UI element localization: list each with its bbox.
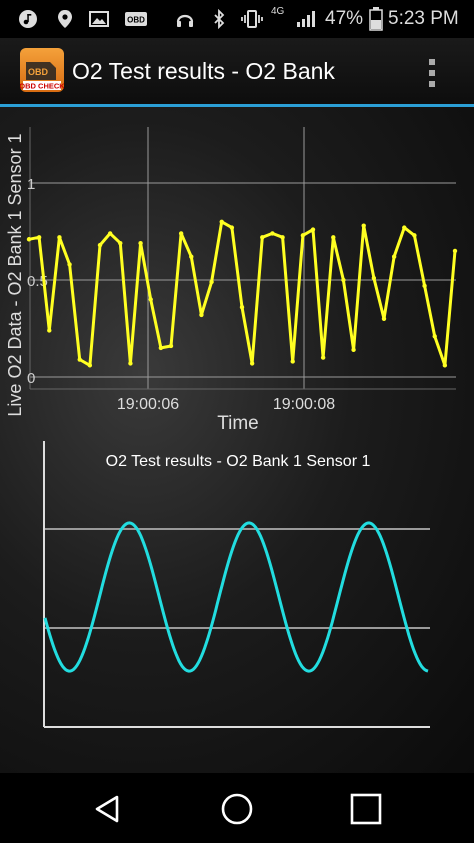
data-point [452, 248, 458, 254]
data-point [97, 242, 103, 248]
data-point [260, 235, 265, 240]
home-icon[interactable] [220, 792, 254, 826]
data-point [402, 225, 407, 230]
obd-icon: OBD [125, 12, 147, 26]
data-point [442, 363, 448, 368]
o2-test-chart: O2 Test results - O2 Bank 1 Sensor 1 [43, 441, 430, 728]
svg-text:OBD: OBD [28, 67, 49, 77]
music-icon [19, 10, 37, 28]
status-bar: OBD 4G 47% 5:23 PM [0, 0, 474, 38]
navigation-bar [0, 773, 474, 843]
data-point [219, 219, 224, 224]
location-icon [58, 10, 72, 28]
data-point [310, 227, 316, 232]
data-point [138, 240, 143, 246]
network-type: 4G [271, 6, 285, 17]
image-icon [89, 11, 109, 27]
data-point [128, 361, 133, 366]
overflow-menu-icon[interactable] [420, 56, 444, 90]
chart-area: 0 0.5 1 19:00:06 19:00:08 Time Live O2 Data … [0, 107, 474, 773]
data-point [107, 231, 113, 236]
data-point [168, 343, 174, 349]
data-point [412, 233, 417, 238]
data-point [77, 357, 82, 362]
x-tick-label: 19:00:08 [273, 396, 335, 413]
data-point [239, 304, 245, 310]
y-axis-label: Live O2 Data - O2 Bank 1 Sensor 1 [5, 133, 25, 416]
data-point [320, 355, 326, 360]
page-title: O2 Test results - O2 Bank [72, 58, 335, 84]
live-o2-series-line [28, 220, 457, 367]
clock: 5:23 PM [388, 8, 459, 29]
app-logo[interactable]: OBD OBD CHECK [19, 48, 65, 92]
signal-icon [297, 11, 315, 27]
data-point [331, 235, 336, 240]
data-point [270, 231, 275, 236]
data-point [249, 361, 255, 366]
data-point [371, 275, 377, 281]
y-tick-label: 0 [27, 370, 35, 387]
data-point [280, 235, 285, 240]
recents-icon[interactable] [350, 793, 382, 825]
headset-icon [176, 14, 194, 27]
data-point [118, 240, 123, 246]
data-point [341, 277, 346, 283]
data-point [87, 363, 93, 368]
data-point [351, 347, 356, 353]
back-icon[interactable] [91, 793, 123, 825]
data-point [47, 328, 52, 333]
data-point [391, 254, 397, 259]
app-logo-label: OBD CHECK [20, 82, 64, 91]
sine-series-line [43, 521, 429, 673]
svg-text:OBD: OBD [127, 16, 145, 25]
data-point [26, 237, 32, 242]
data-point [178, 231, 184, 236]
chart-title: O2 Test results - O2 Bank 1 Sensor 1 [106, 453, 371, 470]
data-point [290, 359, 295, 364]
x-tick-label: 19:00:06 [117, 396, 179, 413]
data-point [158, 345, 164, 351]
app-bar: OBD OBD CHECK O2 Test results - O2 Bank [0, 38, 474, 106]
bluetooth-icon [214, 9, 225, 29]
engine-icon: OBD OBD CHECK [19, 62, 65, 91]
live-o2-chart: 00.5119:00:06 19:00:08 Time Live O2 Data … [5, 127, 458, 434]
data-point [229, 225, 235, 230]
data-point [422, 283, 427, 289]
x-axis-label: Time [217, 413, 259, 434]
data-point [36, 235, 42, 240]
data-point [148, 297, 153, 302]
data-point [381, 316, 387, 321]
data-point [209, 279, 214, 285]
data-point [300, 233, 306, 238]
data-point [432, 334, 437, 339]
data-point [67, 262, 72, 267]
data-point [57, 235, 62, 240]
data-point [199, 312, 204, 318]
data-point [361, 223, 366, 228]
battery-percent: 47% [325, 8, 364, 29]
y-tick-label: 1 [27, 176, 35, 193]
battery-icon [369, 7, 383, 31]
data-point [189, 254, 194, 259]
vibrate-icon [241, 10, 263, 28]
